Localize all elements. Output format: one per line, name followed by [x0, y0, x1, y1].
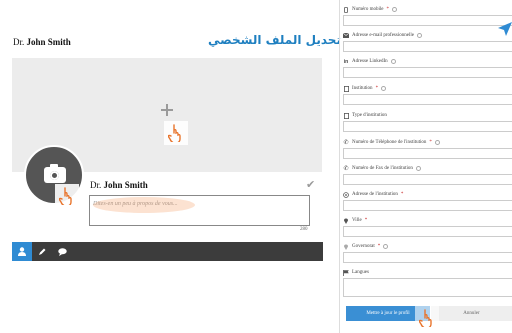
tab-profile[interactable] [12, 242, 32, 261]
field-city: Ville * [343, 216, 512, 237]
help-icon[interactable] [390, 59, 396, 64]
field-institution: Institution * [343, 84, 512, 105]
field-institution-fax: ✆ Numéro de Fax de l'institution [343, 164, 512, 185]
hand-pointer-icon [55, 184, 79, 208]
field-institution-address: Adresse de l'institution * [343, 190, 512, 211]
city-input[interactable] [343, 226, 512, 237]
page-title: تحديل الملف الشخصي [208, 33, 341, 47]
field-label: Numéro de Fax de l'institution [352, 166, 413, 171]
field-label: Adresse de l'institution [352, 192, 398, 197]
flag-icon [343, 269, 349, 276]
user-icon [18, 247, 26, 256]
help-icon[interactable] [434, 140, 440, 145]
click-highlight [93, 197, 195, 213]
field-label: Numéro de Téléphone de l'institution [352, 140, 427, 145]
institution-phone-input[interactable] [343, 148, 512, 159]
field-institution-phone: ✆ Numéro de Téléphone de l'institution * [343, 138, 512, 159]
field-institution-type: Type d'institution [343, 111, 512, 132]
profile-name: Dr. John Smith [90, 180, 148, 190]
doctor-name: John Smith [26, 37, 71, 47]
institution-fax-input[interactable] [343, 174, 512, 185]
hand-pointer-icon [164, 121, 188, 145]
help-icon[interactable] [416, 33, 422, 38]
field-label: Numéro mobile [352, 7, 384, 12]
target-icon [343, 191, 349, 198]
pointer-arrow-icon [498, 22, 512, 36]
building-icon [343, 112, 349, 119]
mobile-icon [343, 6, 349, 13]
title-prefix: Dr. [90, 180, 102, 190]
help-icon[interactable] [392, 7, 398, 12]
check-icon[interactable]: ✔ [306, 178, 315, 191]
building-icon [343, 85, 349, 92]
field-mobile: Numéro mobile * [343, 5, 512, 26]
profile-tabbar [12, 242, 323, 261]
help-icon[interactable] [383, 244, 389, 249]
profile-name-header: Dr. John Smith [13, 37, 71, 47]
doctor-name: John Smith [103, 180, 148, 190]
pencil-icon [39, 248, 46, 255]
field-email: Adresse e-mail professionnelle [343, 31, 512, 52]
field-label: Governorat [352, 244, 375, 249]
tab-comments[interactable] [52, 242, 72, 261]
tab-edit[interactable] [32, 242, 52, 261]
governorate-select[interactable] [343, 252, 512, 263]
mobile-input[interactable] [343, 15, 512, 26]
hand-pointer-icon [415, 306, 439, 330]
field-label: Langues [352, 270, 369, 275]
camera-icon[interactable] [44, 164, 66, 183]
field-governorate: Governorat * [343, 242, 512, 263]
envelope-icon [343, 33, 349, 39]
institution-input[interactable] [343, 94, 512, 105]
profile-panel: Dr. John Smith تحديل الملف الشخصي Dr. Jo… [0, 0, 341, 333]
cancel-button[interactable]: Annuler [431, 306, 512, 321]
field-label: Institution [352, 86, 373, 91]
field-label: Ville [352, 218, 362, 223]
map-marker-icon [343, 244, 349, 250]
phone-icon: ✆ [343, 140, 349, 146]
help-icon[interactable] [415, 166, 421, 171]
email-input[interactable] [343, 41, 512, 52]
plus-icon[interactable] [161, 104, 173, 116]
field-label: Type d'institution [352, 113, 387, 118]
institution-type-select[interactable] [343, 121, 512, 132]
languages-input[interactable] [343, 278, 512, 297]
field-label: Adresse LinkedIn [352, 59, 388, 64]
title-prefix: Dr. [13, 37, 25, 47]
field-label: Adresse e-mail professionnelle [352, 33, 414, 38]
map-marker-icon [343, 218, 349, 224]
field-languages: Langues [343, 268, 512, 297]
phone-icon: ✆ [343, 166, 349, 172]
institution-address-input[interactable] [343, 200, 512, 211]
bio-char-counter: 280 [300, 227, 308, 232]
field-linkedin: in Adresse LinkedIn [343, 57, 512, 78]
comment-icon [57, 247, 67, 256]
linkedin-input[interactable] [343, 67, 512, 78]
linkedin-icon: in [343, 58, 349, 65]
help-icon[interactable] [381, 86, 387, 91]
